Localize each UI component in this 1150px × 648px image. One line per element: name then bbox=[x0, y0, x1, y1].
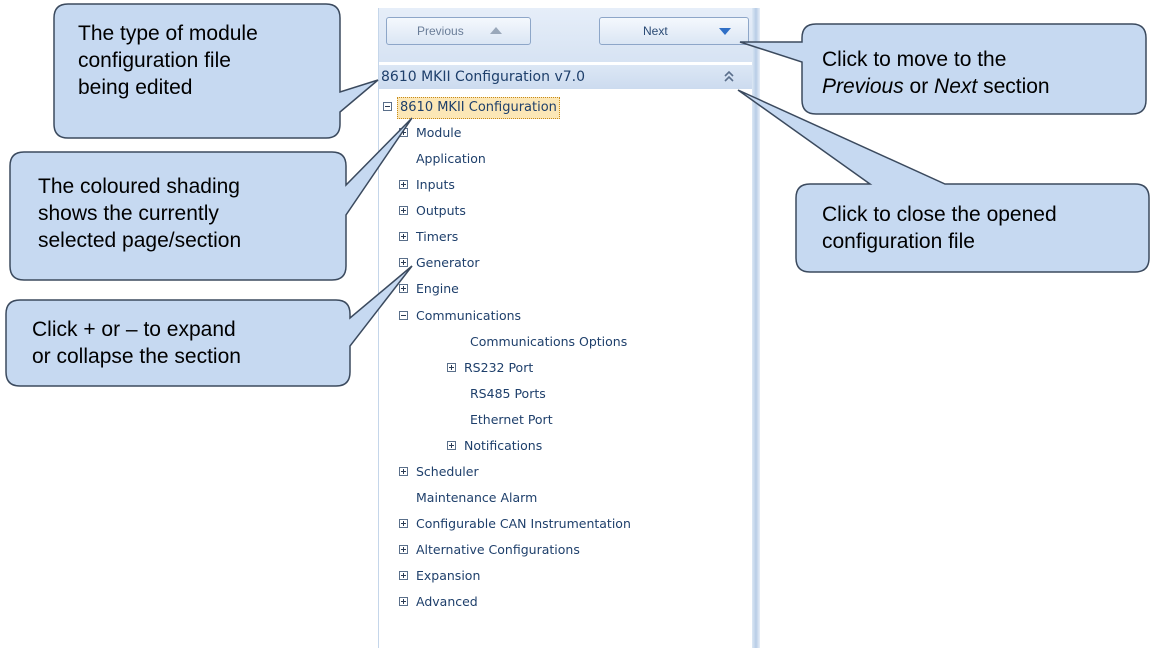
callout-prev-next-text: Click to move to the Previous or Next se… bbox=[822, 46, 1050, 100]
callout-line: Click to move to the bbox=[822, 48, 1007, 71]
callout-line: or collapse the section bbox=[32, 345, 241, 368]
callout-line: configuration file bbox=[78, 49, 231, 72]
callout-expand-text: Click + or – to expand or collapse the s… bbox=[32, 316, 241, 370]
callout-word-section: section bbox=[977, 75, 1050, 98]
callout-line: Click to close the opened bbox=[822, 203, 1057, 226]
callout-line: Previous or Next section bbox=[822, 73, 1050, 100]
callout-line: Click + or – to expand bbox=[32, 318, 236, 341]
callout-word-or: or bbox=[903, 75, 935, 98]
callout-emphasis-previous: Previous bbox=[822, 75, 904, 98]
callout-emphasis-next: Next bbox=[934, 75, 978, 98]
callout-shading-text: The coloured shading shows the currently… bbox=[38, 173, 241, 254]
callout-line: selected page/section bbox=[38, 229, 242, 252]
callout-line: being edited bbox=[78, 76, 193, 99]
callout-module-type-text: The type of module configuration file be… bbox=[78, 20, 258, 101]
callout-line: The coloured shading bbox=[38, 175, 240, 198]
callout-line: configuration file bbox=[822, 230, 975, 253]
callout-line: The type of module bbox=[78, 22, 258, 45]
callout-close-text: Click to close the opened configuration … bbox=[822, 201, 1057, 255]
callout-line: shows the currently bbox=[38, 202, 219, 225]
